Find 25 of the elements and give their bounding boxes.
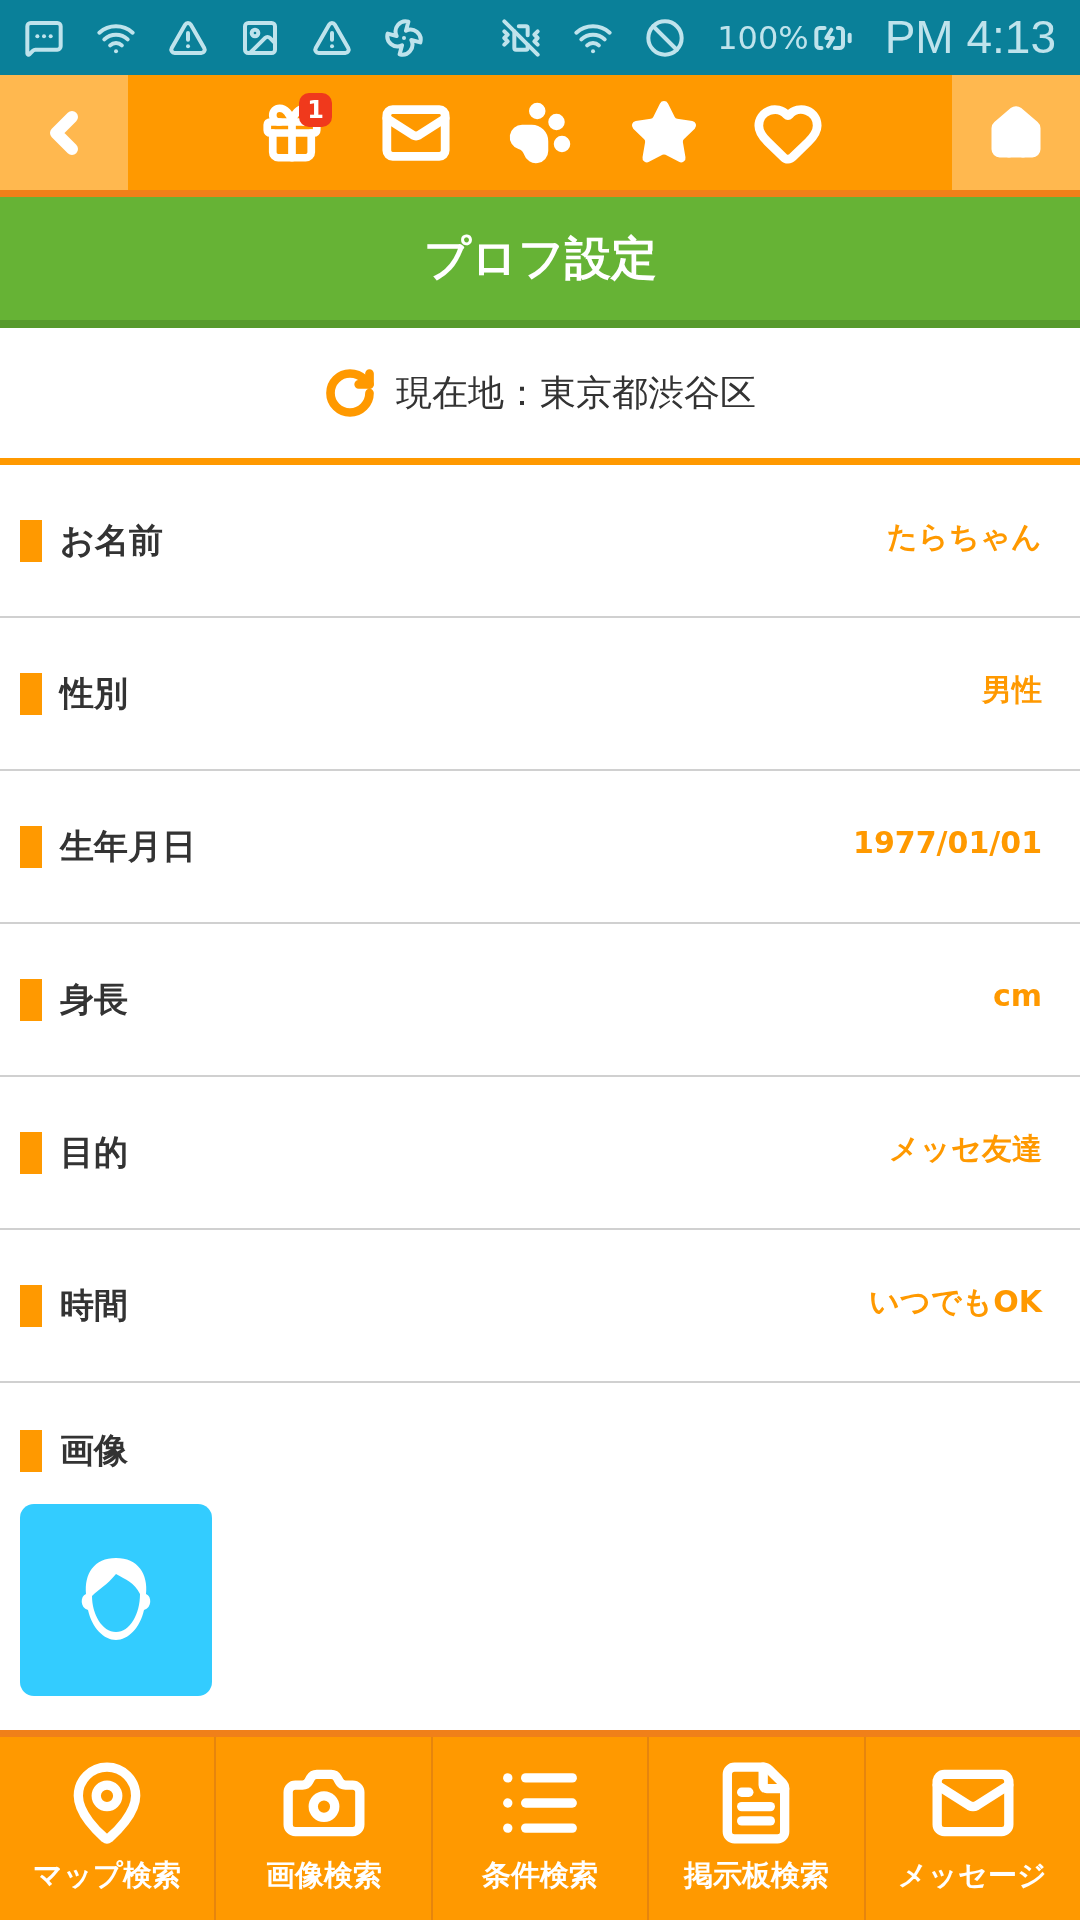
notification-badge: 1 — [299, 92, 332, 127]
profile-row[interactable]: お名前 たらちゃん — [0, 465, 1080, 618]
field-label: 性別 — [60, 672, 128, 715]
profile-row[interactable]: 目的 メッセ友達 — [0, 1077, 1080, 1230]
field-label: お名前 — [60, 519, 163, 562]
battery-percent: 100% — [717, 17, 809, 59]
field-value: cm — [992, 977, 1042, 1015]
field-label: 身長 — [60, 978, 128, 1021]
field-label: 画像 — [60, 1429, 128, 1472]
field-value: たらちゃん — [887, 518, 1042, 556]
field-value: メッセ友達 — [889, 1130, 1042, 1168]
clock-time: PM 4:13 — [884, 10, 1056, 65]
page-title: プロフ設定 — [423, 230, 657, 287]
gift-button[interactable]: 1 — [252, 92, 332, 173]
field-value: 男性 — [982, 671, 1042, 709]
profile-row[interactable]: 身長 cm — [0, 924, 1080, 1077]
profile-row[interactable]: 性別 男性 — [0, 618, 1080, 771]
field-label: 時間 — [60, 1284, 128, 1327]
field-value: いつでもOK — [869, 1283, 1042, 1321]
profile-row[interactable]: 時間 いつでもOK — [0, 1230, 1080, 1383]
profile-row[interactable]: 生年月日 1977/01/01 — [0, 771, 1080, 924]
current-location: 現在地：東京都渋谷区 — [396, 371, 756, 415]
field-label: 目的 — [60, 1131, 128, 1174]
field-value: 1977/01/01 — [853, 824, 1042, 862]
field-label: 生年月日 — [60, 825, 196, 868]
